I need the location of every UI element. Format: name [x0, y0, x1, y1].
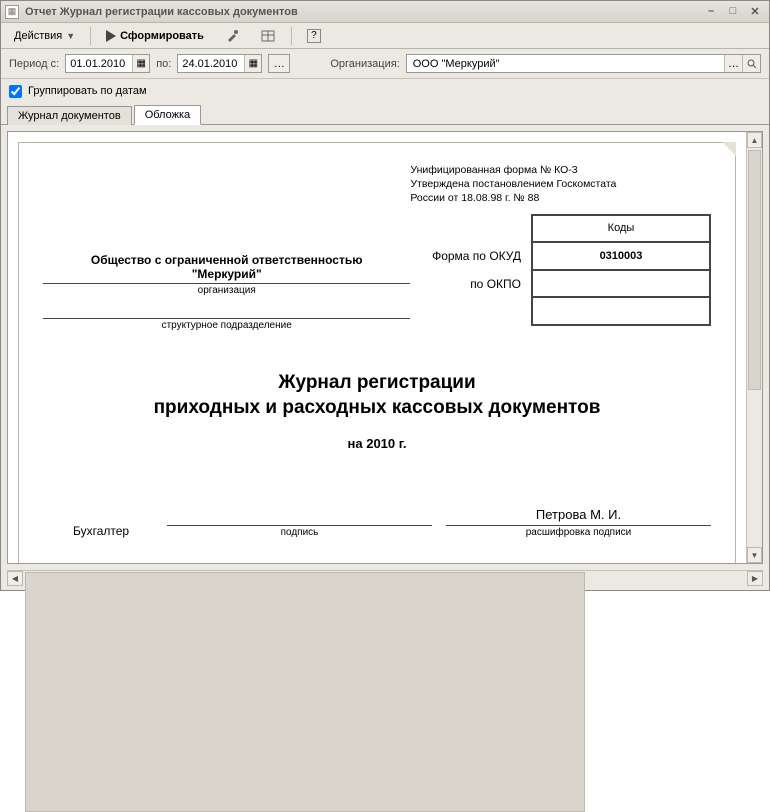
form-notes-line3: России от 18.08.98 г. № 88: [410, 191, 711, 205]
play-icon: [106, 30, 116, 42]
org-ellipsis-button[interactable]: …: [724, 55, 742, 72]
scroll-right-button[interactable]: ▶: [747, 571, 763, 586]
group-by-dates-label: Группировать по датам: [28, 85, 147, 97]
year-line: на 2010 г.: [43, 436, 711, 451]
chevron-down-icon: ▼: [66, 31, 75, 41]
toolbar-divider: [90, 27, 91, 45]
generate-button[interactable]: Сформировать: [99, 27, 211, 45]
signature-caption: подпись: [167, 527, 432, 538]
signature-row: Бухгалтер подпись Петрова М. И. расшифро…: [43, 507, 711, 538]
generate-label: Сформировать: [120, 30, 204, 42]
app-icon: ▦: [5, 5, 19, 19]
organization-block: Общество с ограниченной ответственностью…: [43, 253, 410, 331]
organization-combo[interactable]: …: [406, 54, 761, 73]
accountant-label: Бухгалтер: [43, 524, 153, 538]
group-row: Группировать по датам: [1, 79, 769, 103]
tab-cover[interactable]: Обложка: [134, 105, 201, 125]
document-title: Журнал регистрации приходных и расходных…: [43, 371, 711, 451]
okpo-value: [532, 270, 710, 298]
report-page: Общество с ограниченной ответственностью…: [18, 142, 736, 563]
tab-cover-label: Обложка: [145, 109, 190, 121]
scroll-up-button[interactable]: ▲: [747, 132, 762, 148]
calendar-icon[interactable]: ▦: [132, 55, 149, 72]
extra-code-value: [532, 297, 710, 325]
help-icon: ?: [307, 29, 321, 43]
org-name-line2: "Меркурий": [43, 267, 410, 281]
maximize-button[interactable]: □: [725, 4, 741, 18]
page-corner-icon: [722, 142, 736, 156]
search-icon: [747, 59, 757, 69]
close-button[interactable]: ✕: [747, 4, 763, 18]
minimize-button[interactable]: –: [703, 4, 719, 18]
structure-caption: структурное подразделение: [43, 319, 410, 331]
toolbar-divider: [291, 27, 292, 45]
date-from-field[interactable]: ▦: [65, 54, 150, 73]
group-by-dates-checkbox[interactable]: [9, 85, 22, 98]
scroll-thumb-h[interactable]: [25, 572, 585, 812]
form-notes-line1: Унифицированная форма № КО-3: [410, 163, 711, 177]
options-button[interactable]: [253, 25, 283, 47]
tab-journal-label: Журнал документов: [18, 110, 121, 122]
scroll-track[interactable]: [747, 148, 762, 547]
period-to-label: по:: [156, 58, 171, 70]
scroll-track-h[interactable]: [23, 571, 747, 586]
scroll-thumb[interactable]: [748, 150, 761, 390]
org-name-line1: Общество с ограниченной ответственностью: [43, 253, 410, 267]
help-button[interactable]: ?: [300, 26, 328, 46]
form-notes-line2: Утверждена постановлением Госкомстата: [410, 177, 711, 191]
scroll-left-button[interactable]: ◀: [7, 571, 23, 586]
tab-journal[interactable]: Журнал документов: [7, 106, 132, 125]
title-line1: Журнал регистрации: [278, 372, 475, 393]
actions-label: Действия: [14, 30, 62, 42]
scroll-down-button[interactable]: ▼: [747, 547, 762, 563]
decipher-caption: расшифровка подписи: [446, 527, 711, 538]
org-search-button[interactable]: [742, 55, 760, 72]
decipher-value: Петрова М. И.: [446, 507, 711, 523]
okud-value: 0310003: [532, 242, 710, 270]
table-icon: [260, 28, 276, 44]
codes-header: Коды: [532, 215, 710, 243]
actions-menu[interactable]: Действия ▼: [7, 27, 82, 45]
settings-button[interactable]: [217, 25, 247, 47]
titlebar: ▦ Отчет Журнал регистрации кассовых доку…: [1, 1, 769, 23]
codes-table: Коды 0310003: [531, 214, 711, 326]
period-picker-button[interactable]: …: [268, 54, 290, 73]
document-area: Общество с ограниченной ответственностью…: [7, 131, 763, 564]
date-from-input[interactable]: [66, 55, 132, 72]
okud-label: Форма по ОКУД: [410, 249, 531, 263]
okpo-label: по ОКПО: [410, 277, 531, 291]
vertical-scrollbar[interactable]: ▲ ▼: [746, 132, 762, 563]
title-line2: приходных и расходных кассовых документо…: [154, 397, 601, 418]
org-label: Организация:: [330, 58, 399, 70]
form-notes: Унифицированная форма № КО-3 Утверждена …: [410, 163, 711, 206]
wrench-icon: [224, 28, 240, 44]
tabs: Журнал документов Обложка: [1, 103, 769, 125]
horizontal-scrollbar[interactable]: ◀ ▶: [7, 570, 763, 586]
date-to-input[interactable]: [178, 55, 244, 72]
filter-bar: Период с: ▦ по: ▦ … Организация: …: [1, 49, 769, 79]
signature-value: [167, 507, 432, 523]
calendar-icon[interactable]: ▦: [244, 55, 261, 72]
date-to-field[interactable]: ▦: [177, 54, 262, 73]
period-from-label: Период с:: [9, 58, 59, 70]
toolbar: Действия ▼ Сформировать ?: [1, 23, 769, 49]
organization-input[interactable]: [407, 55, 724, 72]
window-title: Отчет Журнал регистрации кассовых докуме…: [25, 6, 298, 18]
org-caption: организация: [43, 284, 410, 296]
